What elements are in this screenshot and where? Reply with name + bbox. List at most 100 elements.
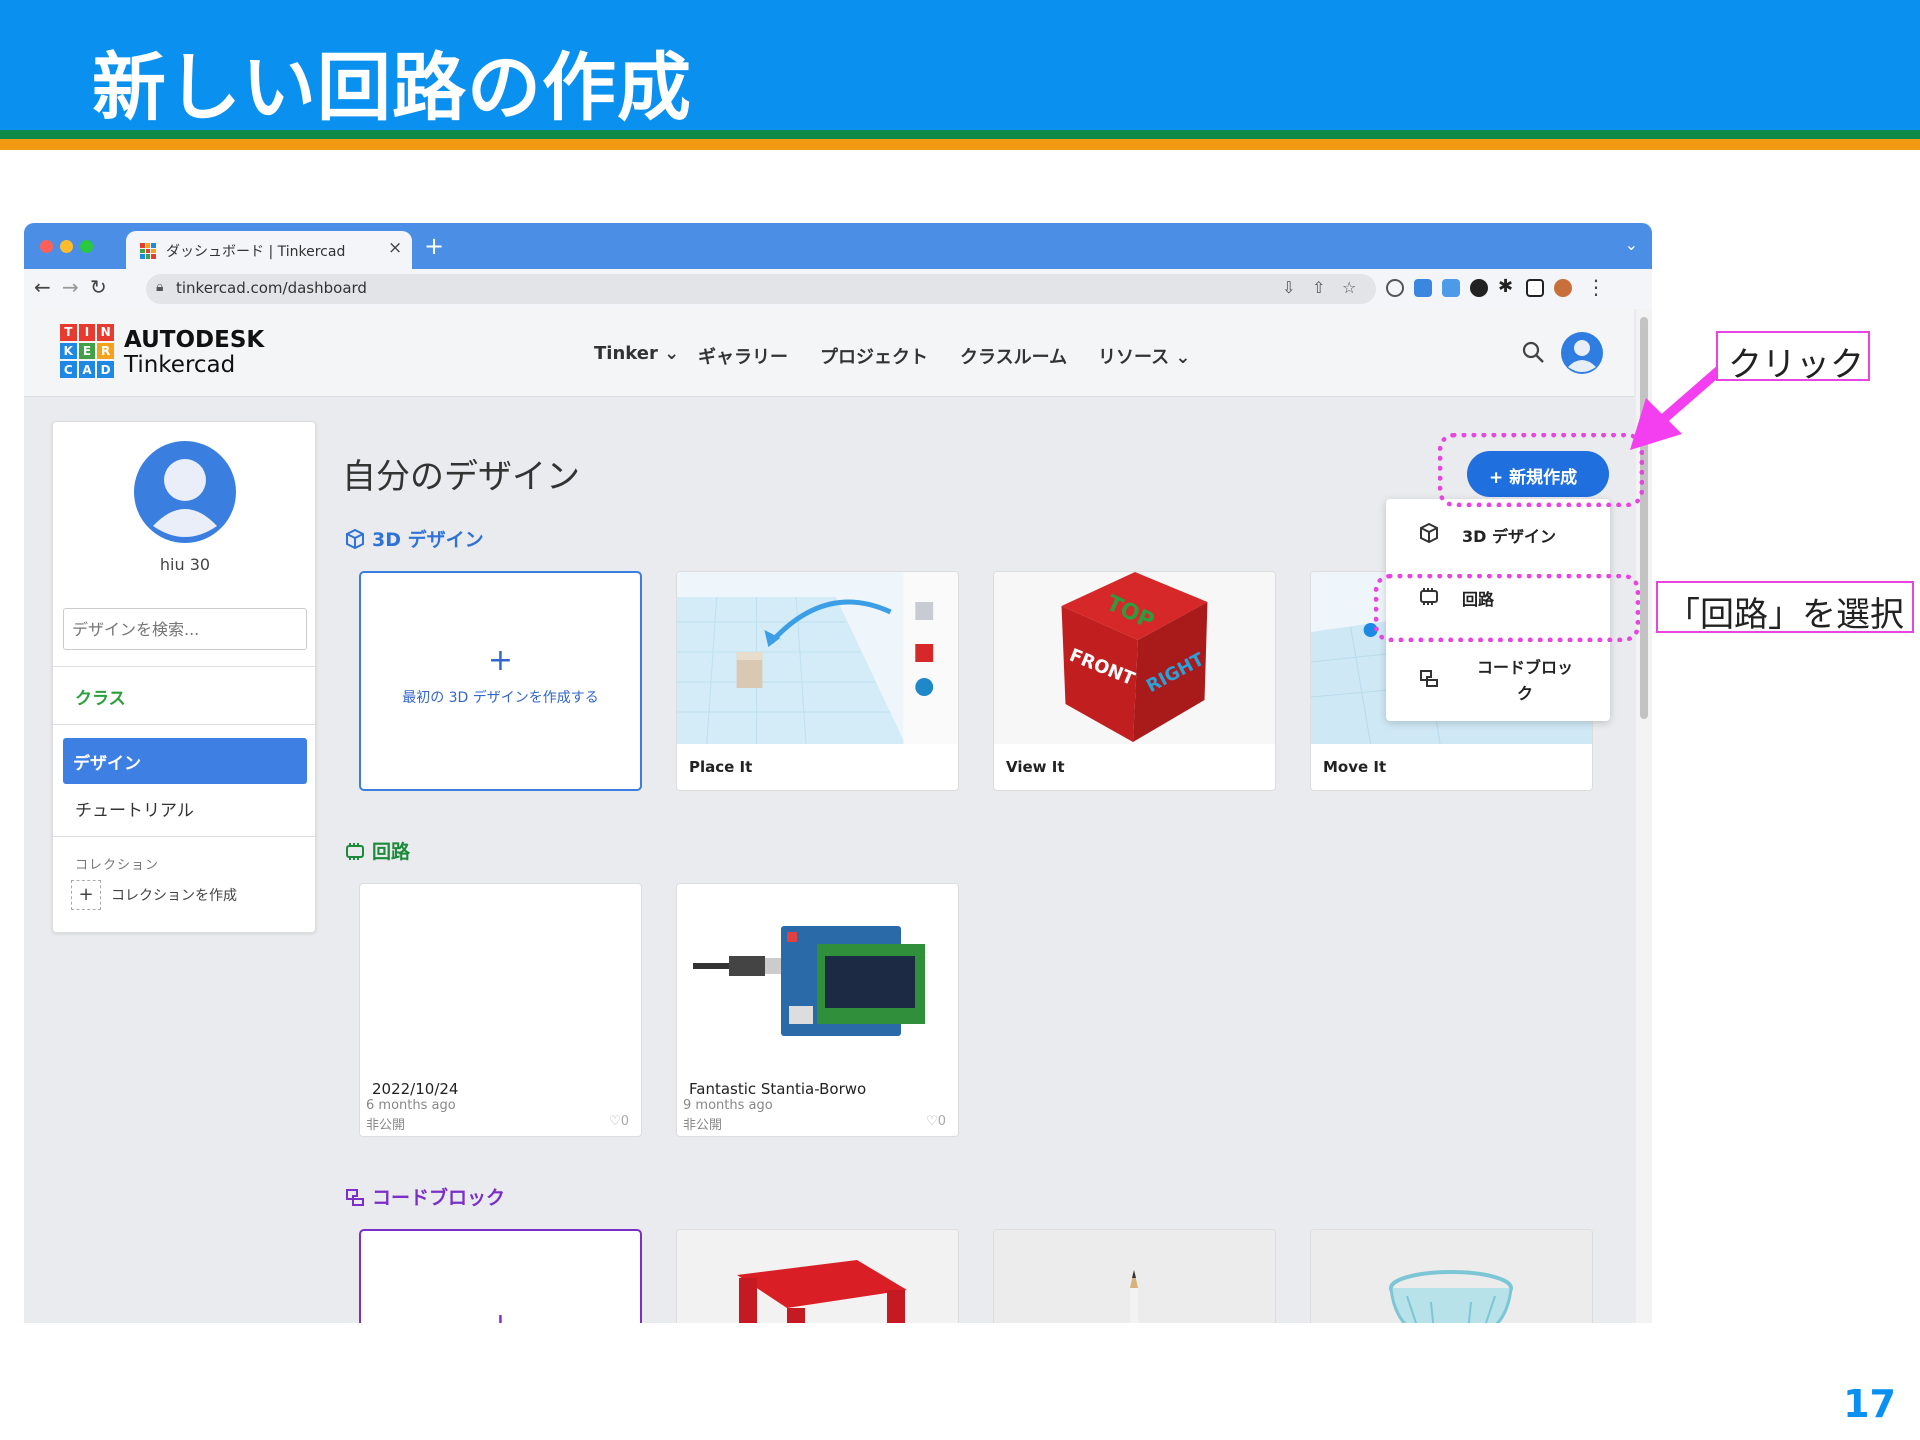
dropdown-item-label: 3D デザイン: [1462, 527, 1556, 546]
extension-info-icon[interactable]: [1386, 279, 1404, 297]
dropdown-item-codeblocks[interactable]: コードブロック: [1386, 641, 1610, 715]
user-avatar[interactable]: [1560, 331, 1604, 375]
autodesk-wordmark: AUTODESK: [124, 327, 265, 353]
header-band-orange: [0, 139, 1920, 150]
page-title: 自分のデザイン: [342, 457, 580, 497]
collection-heading: コレクション: [75, 858, 160, 873]
card-title: Place It: [689, 758, 753, 776]
sidepanel-icon[interactable]: [1526, 279, 1544, 297]
pencil-thumbnail: [994, 1230, 1275, 1323]
circuit-icon: [346, 843, 364, 860]
new-tab-button[interactable]: +: [424, 232, 444, 260]
menu-tinker[interactable]: Tinker ⌄: [594, 343, 679, 364]
user-name: hiu 30: [159, 555, 211, 574]
card-visibility: 非公開: [366, 1118, 406, 1133]
annotation-circuit-highlight: [1374, 574, 1640, 642]
extension-cast-icon[interactable]: [1442, 279, 1460, 297]
url-text: tinkercad.com/dashboard: [176, 279, 367, 297]
create-codeblock-card[interactable]: +: [359, 1229, 642, 1323]
tab-close-button[interactable]: ×: [388, 238, 402, 258]
annotation-click-callout: クリック: [1716, 331, 1870, 385]
profile-avatar[interactable]: [1554, 279, 1572, 297]
browser-tab[interactable]: ダッシュボード | Tinkercad ×: [126, 231, 412, 269]
more-menu-icon[interactable]: ⋮: [1586, 275, 1606, 299]
annotation-new-button-highlight: [1438, 433, 1644, 507]
menu-resources[interactable]: リソース ⌄: [1098, 343, 1190, 369]
annotation-arrow-icon: [1630, 364, 1726, 450]
circuit-card[interactable]: Fantastic Stantia-Borwo 9 months ago 非公開…: [676, 883, 959, 1137]
dropdown-item-label: コードブロック: [1476, 658, 1573, 703]
search-icon[interactable]: [1520, 339, 1546, 365]
share-icon[interactable]: ⇧: [1312, 278, 1325, 297]
reload-icon[interactable]: ↻: [90, 275, 107, 299]
back-arrow-icon[interactable]: ←: [34, 275, 51, 299]
card-title: Move It: [1323, 758, 1387, 776]
logo-letter: K: [60, 342, 77, 360]
divider: [53, 724, 317, 725]
tab-bar: ダッシュボード | Tinkercad × + ⌄: [24, 223, 1652, 269]
forward-arrow-icon[interactable]: →: [62, 275, 79, 299]
logo-letter: I: [78, 324, 96, 341]
profile-avatar-icon[interactable]: [133, 440, 237, 544]
page-number: 17: [1843, 1382, 1896, 1426]
logo-letter: C: [60, 361, 77, 378]
view-it-thumbnail: TOP FRONT RIGHT: [994, 572, 1275, 744]
sidebar-item-class[interactable]: クラス: [75, 684, 126, 709]
address-bar[interactable]: 🔒︎ tinkercad.com/dashboard ⇩ ⇧ ☆: [146, 274, 1376, 304]
design-card-place-it[interactable]: Place It: [676, 571, 959, 791]
annotation-select-circuit-callout: 「回路」を選択: [1656, 581, 1914, 635]
logo-letter: E: [78, 342, 96, 360]
maximize-window-button[interactable]: [80, 240, 93, 253]
cube-icon: [1420, 522, 1438, 544]
card-title: View It: [1006, 758, 1065, 776]
app-header: T I N K E R C A D AUTODESK Tinkercad Tin…: [24, 309, 1634, 397]
circuit-card[interactable]: 2022/10/24 6 months ago 非公開 ♡0: [359, 883, 642, 1137]
sidebar-item-design[interactable]: デザイン: [63, 738, 307, 784]
menu-classroom[interactable]: クラスルーム: [960, 343, 1067, 369]
card-time: 9 months ago: [683, 1098, 773, 1113]
menu-projects[interactable]: プロジェクト: [820, 343, 928, 369]
extension-translate-icon[interactable]: [1414, 279, 1432, 297]
menu-gallery[interactable]: ギャラリー: [698, 343, 788, 369]
install-app-icon[interactable]: ⇩: [1282, 278, 1295, 297]
tinkercad-wordmark: Tinkercad: [124, 352, 236, 378]
extension-check-icon[interactable]: [1470, 279, 1488, 297]
browser-toolbar: ← → ↻ 🔒︎ tinkercad.com/dashboard ⇩ ⇧ ☆ ✱…: [24, 269, 1652, 309]
plus-icon: +: [487, 643, 514, 678]
codeblocks-icon: [346, 1189, 364, 1206]
tinkercad-logo[interactable]: T I N K E R C A D: [60, 324, 114, 378]
logo-letter: N: [97, 324, 114, 341]
divider: [53, 836, 317, 837]
slide-title: 新しい回路の作成: [92, 45, 692, 131]
basket-thumbnail: [1311, 1230, 1592, 1323]
create-collection-label: コレクションを作成: [111, 888, 237, 904]
extensions-puzzle-icon[interactable]: ✱: [1498, 276, 1516, 297]
section-heading-3d: 3D デザイン: [344, 525, 484, 552]
sidebar-item-tutorial[interactable]: チュートリアル: [75, 796, 194, 821]
plus-icon: +: [361, 1307, 640, 1323]
create-collection-button[interactable]: + コレクションを作成: [71, 880, 297, 910]
create-card-label: 最初の 3D デザインを作成する: [402, 690, 599, 706]
header-band-green: [0, 130, 1920, 139]
codeblock-card-basket[interactable]: [1310, 1229, 1593, 1323]
codeblock-card-pencil[interactable]: [993, 1229, 1276, 1323]
create-first-3d-design-card[interactable]: + 最初の 3D デザインを作成する: [359, 571, 642, 791]
likes-count: ♡0: [609, 1114, 629, 1129]
bookmark-star-icon[interactable]: ☆: [1342, 278, 1356, 297]
design-search-input[interactable]: [63, 608, 307, 650]
card-time: 6 months ago: [366, 1098, 456, 1113]
codeblocks-icon: [1420, 670, 1438, 687]
dropdown-item-3d-design[interactable]: 3D デザイン: [1386, 503, 1610, 563]
logo-letter: D: [97, 361, 114, 378]
sidebar: hiu 30 クラス デザイン チュートリアル コレクション + コレクションを…: [52, 421, 317, 933]
design-card-view-it[interactable]: TOP FRONT RIGHT View It: [993, 571, 1276, 791]
close-window-button[interactable]: [40, 240, 53, 253]
section-heading-label: 3D デザイン: [372, 529, 484, 551]
tinkercad-app: T I N K E R C A D AUTODESK Tinkercad Tin…: [24, 309, 1634, 1323]
section-heading-label: コードブロック: [372, 1187, 506, 1209]
minimize-window-button[interactable]: [60, 240, 73, 253]
tab-list-chevron-icon[interactable]: ⌄: [1625, 235, 1638, 254]
divider: [53, 666, 317, 667]
sidebar-item-label: デザイン: [73, 754, 141, 774]
codeblock-card-table[interactable]: [676, 1229, 959, 1323]
